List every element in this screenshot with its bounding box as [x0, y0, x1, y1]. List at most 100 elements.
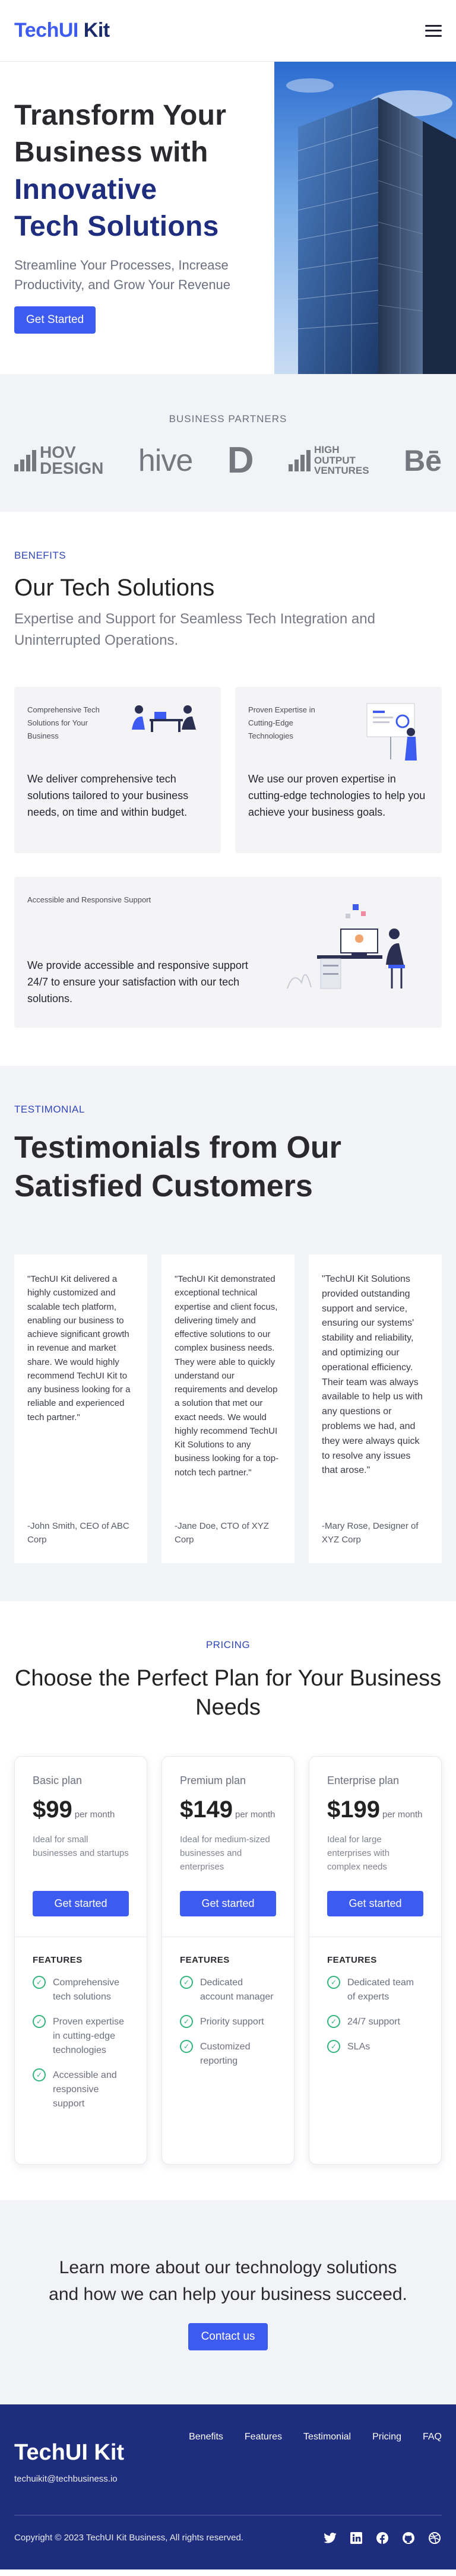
- price-value: $149: [180, 1796, 233, 1823]
- hero-title-highlight: Tech Solutions: [14, 211, 219, 243]
- hero-subtitle: Streamline Your Processes, Increase Prod…: [14, 257, 231, 292]
- cta-section: Learn more about our technology solution…: [0, 2200, 456, 2404]
- price-value: $99: [33, 1796, 72, 1823]
- testimonial-quote: "TechUI Kit demonstrated exceptional tec…: [175, 1274, 279, 1478]
- get-started-basic-button[interactable]: Get started: [33, 1890, 129, 1916]
- footer-link-testimonial[interactable]: Testimonial: [303, 2432, 351, 2442]
- check-icon: ✓: [180, 2014, 193, 2028]
- logo-part-accent: TechUI: [14, 19, 78, 42]
- price-period: per month: [74, 1809, 115, 1820]
- cta-text: Learn more about our technology solution…: [49, 2257, 407, 2304]
- footer-copyright: Copyright © 2023 TechUI Kit Business, Al…: [14, 2533, 243, 2543]
- hero-content: Transform Your Business with Innovative …: [0, 62, 274, 374]
- benefits-section: BENEFITS Our Tech Solutions Expertise an…: [0, 512, 456, 1066]
- contact-us-button[interactable]: Contact us: [188, 2322, 268, 2350]
- bars-icon: [289, 449, 311, 471]
- bars-icon: [14, 449, 36, 471]
- pricing-label: PRICING: [205, 1639, 251, 1650]
- feature-item: ✓ Priority support: [180, 2014, 276, 2029]
- get-started-enterprise-button[interactable]: Get started: [327, 1890, 423, 1916]
- feature-text: Dedicated account manager: [200, 1977, 274, 2002]
- benefit-card-heading: Accessible and Responsive Support: [27, 895, 151, 904]
- check-icon: ✓: [180, 1975, 193, 1989]
- hero-title: Transform Your Business with Innovative …: [14, 97, 274, 246]
- benefits-subtitle: Expertise and Support for Seamless Tech …: [14, 611, 375, 648]
- plan-features: FEATURES ✓ Comprehensive tech solutions ✓…: [15, 1937, 147, 2129]
- partner-logos: HOV DESIGN hive D HIGH OUTPUT VENTURES B…: [0, 439, 456, 481]
- footer-link-pricing[interactable]: Pricing: [372, 2432, 401, 2442]
- testimonials-title: Testimonials from Our Satisfied Customer…: [14, 1130, 341, 1203]
- site-header: TechUI Kit: [0, 0, 456, 62]
- remote-support-illustration: [287, 904, 405, 989]
- hero-title-line: Transform Your: [14, 100, 227, 131]
- get-started-premium-button[interactable]: Get started: [180, 1890, 276, 1916]
- benefit-card-heading: Comprehensive Tech Solutions for Your Bu…: [27, 705, 100, 741]
- testimonial-cards: "TechUI Kit delivered a highly customize…: [14, 1254, 442, 1563]
- footer-top-row: TechUI Kit techuikit@techbusiness.io Ben…: [14, 2428, 442, 2484]
- feature-item: ✓ Customized reporting: [180, 2039, 276, 2068]
- testimonial-author: -Mary Rose, Designer of XYZ Corp: [322, 1521, 419, 1545]
- hero-section: Transform Your Business with Innovative …: [0, 62, 456, 374]
- team-meeting-illustration: [132, 705, 196, 732]
- feature-text: SLAs: [347, 2041, 370, 2052]
- plan-features: FEATURES ✓ Dedicated team of experts ✓ 24/…: [309, 1937, 441, 2072]
- brand-logo[interactable]: TechUI Kit: [14, 19, 110, 42]
- feature-item: ✓ Comprehensive tech solutions: [33, 1975, 129, 2004]
- get-started-button[interactable]: Get Started: [14, 306, 96, 334]
- feature-text: 24/7 support: [347, 2016, 400, 2027]
- footer-link-features[interactable]: Features: [245, 2432, 282, 2442]
- check-icon: ✓: [33, 1975, 46, 1989]
- plan-description: Ideal for large enterprises with complex…: [327, 1834, 390, 1872]
- benefit-card-heading: Proven Expertise in Cutting-Edge Technol…: [248, 705, 315, 741]
- plan-header: Enterprise plan $199 per month Ideal for…: [309, 1757, 441, 1937]
- benefits-label: BENEFITS: [14, 550, 66, 561]
- pricing-section: PRICING Choose the Perfect Plan for Your…: [0, 1601, 456, 2200]
- partners-title: BUSINESS PARTNERS: [169, 413, 287, 424]
- hero-title-highlight: Innovative: [14, 173, 157, 205]
- footer-logo[interactable]: TechUI Kit: [14, 2440, 124, 2466]
- testimonials-label: TESTIMONIAL: [14, 1104, 85, 1115]
- check-icon: ✓: [180, 2039, 193, 2053]
- plan-price: $199 per month: [327, 1796, 423, 1823]
- high-output-ventures-logo: HIGH OUTPUT VENTURES: [289, 444, 369, 477]
- hamburger-menu-icon[interactable]: [425, 24, 442, 37]
- feature-item: ✓ SLAs: [327, 2039, 423, 2054]
- dribbble-icon[interactable]: [428, 2531, 442, 2545]
- check-icon: ✓: [33, 2014, 46, 2028]
- features-label: FEATURES: [327, 1954, 377, 1965]
- d-logo: D: [227, 440, 254, 481]
- twitter-icon[interactable]: [323, 2531, 337, 2545]
- plan-description: Ideal for medium-sized businesses and en…: [180, 1834, 270, 1872]
- feature-item: ✓ 24/7 support: [327, 2014, 423, 2029]
- feature-item: ✓ Accessible and responsive support: [33, 2068, 129, 2111]
- check-icon: ✓: [327, 2039, 340, 2053]
- plan-name: Enterprise plan: [327, 1774, 400, 1786]
- footer-link-faq[interactable]: FAQ: [423, 2432, 442, 2442]
- linkedin-icon[interactable]: [349, 2531, 363, 2545]
- facebook-icon[interactable]: [375, 2531, 390, 2545]
- feature-item: ✓ Dedicated team of experts: [327, 1975, 423, 2004]
- hive-logo: hive: [138, 443, 193, 478]
- testimonial-card: "TechUI Kit Solutions provided outstandi…: [309, 1254, 442, 1563]
- social-links: [323, 2531, 442, 2545]
- check-icon: ✓: [33, 2068, 46, 2081]
- hov-design-logo: HOV DESIGN: [14, 444, 103, 476]
- plan-features: FEATURES ✓ Dedicated account manager ✓ Pri…: [162, 1937, 294, 2086]
- plan-price: $149 per month: [180, 1796, 276, 1823]
- feature-item: ✓ Proven expertise in cutting-edge techno…: [33, 2014, 129, 2058]
- plan-description: Ideal for small businesses and startups: [33, 1834, 129, 1859]
- feature-text: Dedicated team of experts: [347, 1977, 414, 2002]
- benefit-cards-row: Comprehensive Tech Solutions for Your Bu…: [14, 687, 442, 853]
- hamburger-line: [425, 30, 442, 31]
- check-icon: ✓: [327, 2014, 340, 2028]
- footer-email[interactable]: techuikit@techbusiness.io: [14, 2474, 124, 2484]
- benefit-card-text: We deliver comprehensive tech solutions …: [27, 773, 189, 819]
- hamburger-line: [425, 24, 442, 27]
- plan-header: Premium plan $149 per month Ideal for me…: [162, 1757, 294, 1937]
- behance-logo: Bē: [404, 443, 442, 477]
- footer-link-benefits[interactable]: Benefits: [189, 2432, 223, 2442]
- plan-card-premium: Premium plan $149 per month Ideal for me…: [162, 1756, 294, 2165]
- pricing-title: Choose the Perfect Plan for Your Busines…: [14, 1666, 442, 1720]
- plan-price: $99 per month: [33, 1796, 129, 1823]
- github-icon[interactable]: [401, 2531, 416, 2545]
